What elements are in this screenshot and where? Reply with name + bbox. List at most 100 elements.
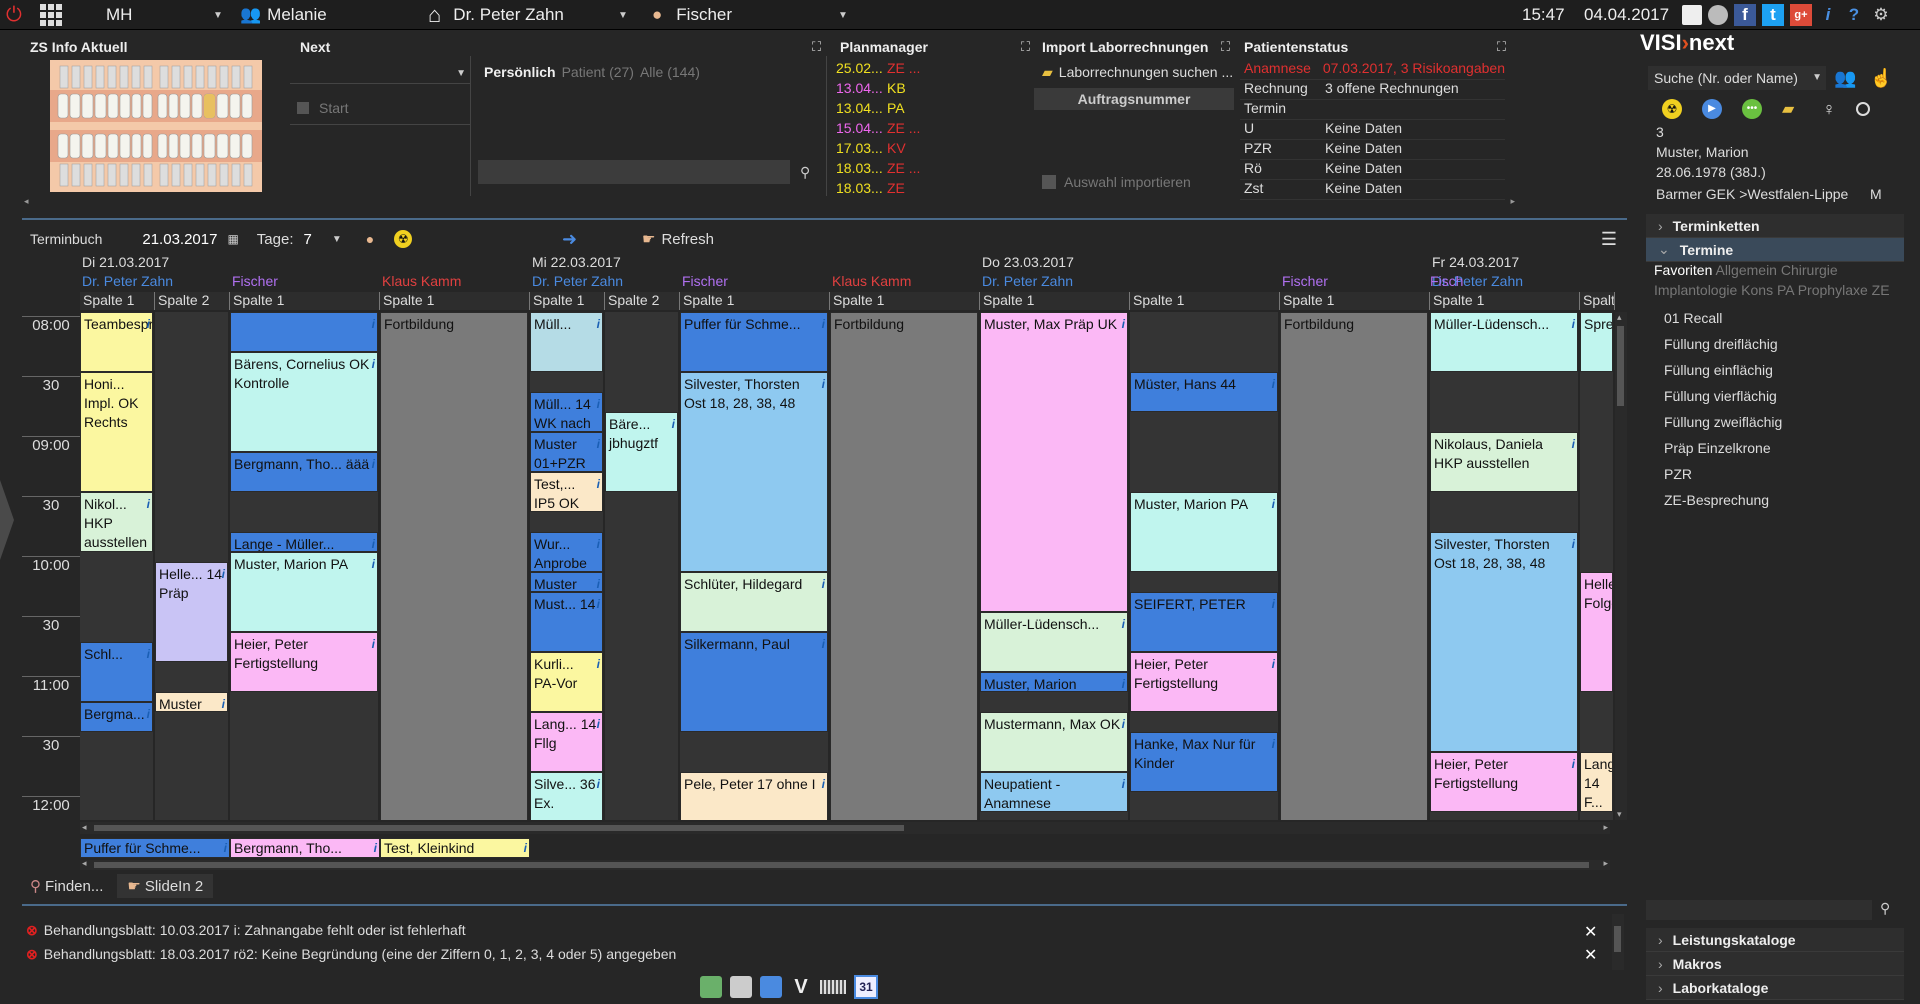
calendar-column[interactable]: Helle... 14 Präp i Muster i [155, 312, 228, 820]
info-icon[interactable]: i [1122, 715, 1125, 734]
day-assistant[interactable]: Fisch [1430, 273, 1463, 289]
tag-allgemein[interactable]: Allgemein [1715, 262, 1776, 278]
info-icon[interactable]: i [597, 535, 600, 554]
info-icon[interactable]: i [372, 315, 375, 334]
appointment[interactable]: Muster, Marion PA i [230, 552, 378, 632]
appointment[interactable]: Muster, Max Präp UK i [980, 312, 1128, 612]
appointment[interactable]: Kurli... PA-Vor i [530, 652, 603, 712]
calendar-column[interactable]: Teambespr...iHoni... Impl. OK RechtsNiko… [80, 312, 153, 820]
column-subheader[interactable]: Spalte 2 [155, 292, 230, 310]
info-icon[interactable]: i [1572, 755, 1575, 774]
day-assistant[interactable]: Fischer [1282, 273, 1328, 289]
info-icon[interactable]: i [1272, 595, 1275, 614]
column-subheader[interactable]: Spalte 1 [230, 292, 380, 310]
calendar-horizontal-scrollbar[interactable]: ◂ ▸ [80, 822, 1610, 834]
expand-icon[interactable]: ⛶ [812, 38, 828, 56]
termin-template-item[interactable]: Füllung einflächig [1664, 362, 1773, 378]
calendar-column[interactable]: i Bärens, Cornelius OK Kontrolle i Bergmann… [230, 312, 378, 820]
day-assistant[interactable]: Fischer [682, 273, 728, 289]
info-icon[interactable]: i [1572, 315, 1575, 334]
calendar-icon[interactable]: ▦ [227, 232, 238, 246]
error-message[interactable]: ⊗ Behandlungsblatt: 10.03.2017 i: Zahnang… [26, 922, 466, 939]
appointment[interactable]: Bärens, Cornelius OK Kontrolle i [230, 352, 378, 452]
import-selection-button[interactable]: Auswahl importieren [1042, 172, 1232, 192]
patient-status-row[interactable]: U Keine Daten [1240, 120, 1505, 140]
days-value[interactable]: 7 [304, 231, 312, 248]
document-icon[interactable] [1682, 5, 1702, 25]
appointment[interactable]: Muster, Marion i [980, 672, 1128, 692]
info-icon[interactable]: i [597, 315, 600, 334]
refresh-button[interactable]: ☛ Refresh [642, 230, 714, 249]
planmanager-row[interactable]: 18.03... ZE ... [832, 160, 1032, 180]
info-icon[interactable]: i [1272, 735, 1275, 754]
appointment[interactable]: Honi... Impl. OK Rechts [80, 372, 153, 492]
info-icon[interactable]: i [597, 475, 600, 494]
appointment[interactable]: Heier, Peter Fertigstellung i [230, 632, 378, 692]
tab-slidein[interactable]: ☛ SlideIn 2 [117, 874, 214, 898]
visi-v-icon[interactable]: V [790, 976, 812, 998]
info-icon[interactable]: i [822, 775, 825, 794]
appointment[interactable]: Wur... Anprobe OK i [530, 532, 603, 572]
info-icon[interactable]: i [597, 595, 600, 614]
appointment[interactable]: Fortbildung [1280, 312, 1428, 820]
chart-icon[interactable] [760, 976, 782, 998]
column-subheader[interactable]: Spalte 1 [380, 292, 530, 310]
appointment[interactable]: Spre... [1580, 312, 1613, 372]
day-other[interactable]: Klaus Kamm [832, 273, 911, 289]
info-icon[interactable]: i [374, 839, 377, 857]
section-termine[interactable]: ⌄ Termine [1646, 238, 1904, 262]
info-icon[interactable]: i [597, 775, 600, 794]
barcode-icon[interactable] [820, 980, 846, 994]
calendar-31-icon[interactable]: 31 [854, 975, 878, 999]
calendar-column[interactable]: Fortbildung [380, 312, 528, 820]
termin-template-item[interactable]: Füllung vierflächig [1664, 388, 1777, 404]
error-dismiss-button[interactable]: ✕ [1584, 922, 1597, 942]
info-icon[interactable]: i [822, 575, 825, 594]
appointment[interactable]: Lang... 14 F... [1580, 752, 1613, 812]
appointment[interactable]: Bergmann, Tho... äää i [230, 452, 378, 492]
appointment[interactable]: Teambespr...i [80, 312, 153, 372]
chevron-down-icon[interactable]: ▼ [618, 0, 628, 30]
calendar-column[interactable]: Fortbildung [1280, 312, 1428, 820]
column-subheader[interactable]: Spalte 1 [80, 292, 155, 310]
female-icon[interactable]: ♀ [1822, 99, 1836, 120]
info-icon[interactable]: i [372, 555, 375, 574]
play-icon[interactable]: ▶ [1702, 99, 1722, 119]
planmanager-row[interactable]: 13.04... KB [832, 80, 1032, 100]
calendar-vertical-scrollbar[interactable]: ▴ ▾ [1615, 312, 1627, 820]
search-icon[interactable]: ⚲ [1880, 900, 1890, 917]
right-search-input[interactable] [1646, 900, 1872, 920]
error-message[interactable]: ⊗ Behandlungsblatt: 18.03.2017 rö2: Keine… [26, 946, 676, 963]
day-doctor[interactable]: Dr. Peter Zahn [532, 273, 623, 289]
column-subheader[interactable]: Spalt [1580, 292, 1615, 310]
filter-search-input[interactable] [478, 160, 790, 184]
hand-pointer-icon[interactable]: ☝ [1870, 68, 1892, 89]
appointment[interactable]: Nikolaus, Daniela HKP ausstellen i [1430, 432, 1578, 492]
appointment[interactable]: Muster i [155, 692, 228, 712]
column-subheader[interactable]: Spalte 1 [1280, 292, 1430, 310]
appointment[interactable]: SEIFERT, PETER i [1130, 592, 1278, 652]
appointment[interactable]: Heier, Peter Fertigstellung i [1430, 752, 1578, 812]
chevron-down-icon[interactable]: ▼ [213, 0, 223, 30]
planmanager-row[interactable]: 17.03... KV [832, 140, 1032, 160]
termin-template-item[interactable]: Füllung zweiflächig [1664, 414, 1782, 430]
appointment[interactable]: Mustermann, Max OK i [980, 712, 1128, 772]
google-plus-icon[interactable]: g+ [1790, 4, 1812, 26]
radiation-icon[interactable]: ☢ [394, 230, 413, 248]
planmanager-row[interactable]: 25.02... ZE ... [832, 60, 1032, 80]
power-icon[interactable]: ⏻ [6, 0, 22, 30]
tab-alle[interactable]: Alle (144) [640, 64, 700, 84]
tools-icon[interactable] [730, 976, 752, 998]
info-icon[interactable]: i [222, 565, 225, 584]
info-icon[interactable]: i [524, 839, 527, 857]
appointment[interactable]: Silvester, Thorsten Ost 18, 28, 38, 48 i [1430, 532, 1578, 752]
tag-favoriten[interactable]: Favoriten [1654, 262, 1712, 278]
info-icon[interactable]: i [1122, 775, 1125, 794]
calendar-date[interactable]: 21.03.2017 [142, 231, 217, 248]
patient-status-row[interactable]: Termin [1240, 100, 1505, 120]
error-scrollbar[interactable] [1612, 914, 1624, 970]
info-icon[interactable]: i [1122, 675, 1125, 691]
calendar-column[interactable]: Fortbildung [830, 312, 978, 820]
appointment[interactable]: Neupatient - Anamnese i [980, 772, 1128, 812]
error-dismiss-button[interactable]: ✕ [1584, 945, 1597, 965]
